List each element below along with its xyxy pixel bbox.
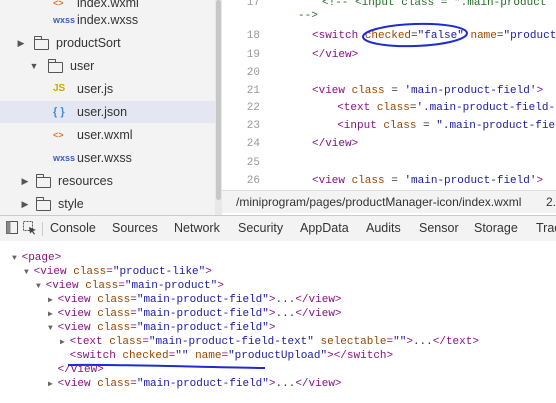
annotation-overlay — [67, 22, 468, 369]
annotation-underline — [67, 363, 266, 369]
annotation-circle — [362, 22, 468, 48]
